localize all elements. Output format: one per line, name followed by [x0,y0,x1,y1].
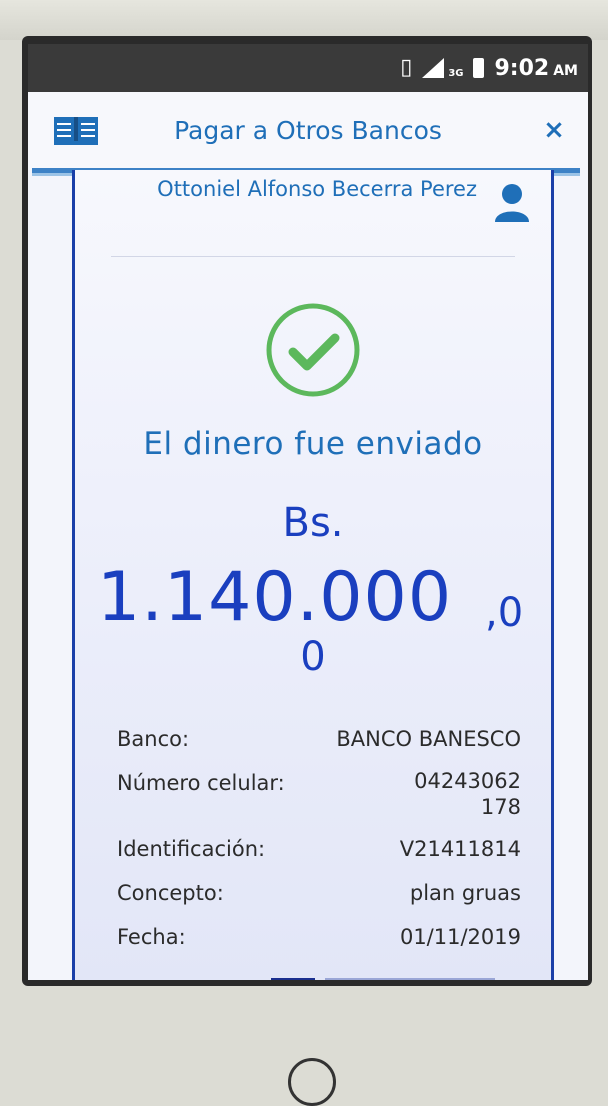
menu-button[interactable] [50,112,102,148]
screen: ▯ 3G 9:02 AM Pagar a Otros Bancos × Otto… [28,44,588,980]
success-message: El dinero fue enviado [143,426,483,462]
user-name: Ottoniel Alfonso Becerra Perez [157,177,477,201]
user-row: Ottoniel Alfonso Becerra Perez [75,176,551,232]
bank-logo-partial [271,978,315,980]
success-check-wrap [75,300,551,400]
detail-row-bank: Banco: BANCO BANESCO [117,724,521,754]
signal-icon [422,58,445,78]
status-bar: ▯ 3G 9:02 AM [28,44,588,92]
amount-decimal-part1: ,0 [485,590,524,636]
detail-row-date: Fecha: 01/11/2019 [117,922,521,952]
detail-label: Número celular: [117,771,285,795]
detail-row-phone: Número celular: 04243062 178 [117,768,521,820]
amount-decimal-part2: 0 [300,634,326,680]
app-header: Pagar a Otros Bancos × [28,92,588,170]
detail-value: plan gruas [409,881,521,905]
clock-ampm: AM [553,63,578,79]
battery-icon [473,58,485,78]
amount-currency: Bs. [282,500,344,546]
page-title: Pagar a Otros Bancos [174,116,442,145]
detail-label: Identificación: [117,837,266,861]
clock-time: 9:02 [494,55,550,81]
detail-value: 01/11/2019 [399,925,521,949]
transaction-details: Banco: BANCO BANESCO Número celular: 042… [117,724,521,966]
detail-label: Banco: [117,727,190,751]
phone-bezel-top [0,0,608,40]
user-icon [495,184,529,222]
divider [111,256,515,257]
detail-label: Fecha: [117,925,186,949]
bank-name-partial [325,978,495,980]
vibrate-icon: ▯ [400,55,413,80]
status-icons: ▯ 3G 9:02 AM [400,52,578,84]
success-check-icon [266,303,360,397]
amount-value: 1.140.000 [97,558,453,637]
network-type: 3G [448,67,464,79]
detail-value: V21411814 [399,837,521,861]
detail-row-id: Identificación: V21411814 [117,834,521,864]
close-button[interactable]: × [534,110,574,150]
detail-value: BANCO BANESCO [336,727,521,751]
detail-value: 04243062 178 [414,769,521,819]
receipt-card: Ottoniel Alfonso Becerra Perez El dinero… [72,170,554,980]
book-menu-icon [54,117,98,145]
detail-label: Concepto: [117,881,224,905]
home-button[interactable] [288,1058,336,1106]
detail-row-concept: Concepto: plan gruas [117,878,521,908]
